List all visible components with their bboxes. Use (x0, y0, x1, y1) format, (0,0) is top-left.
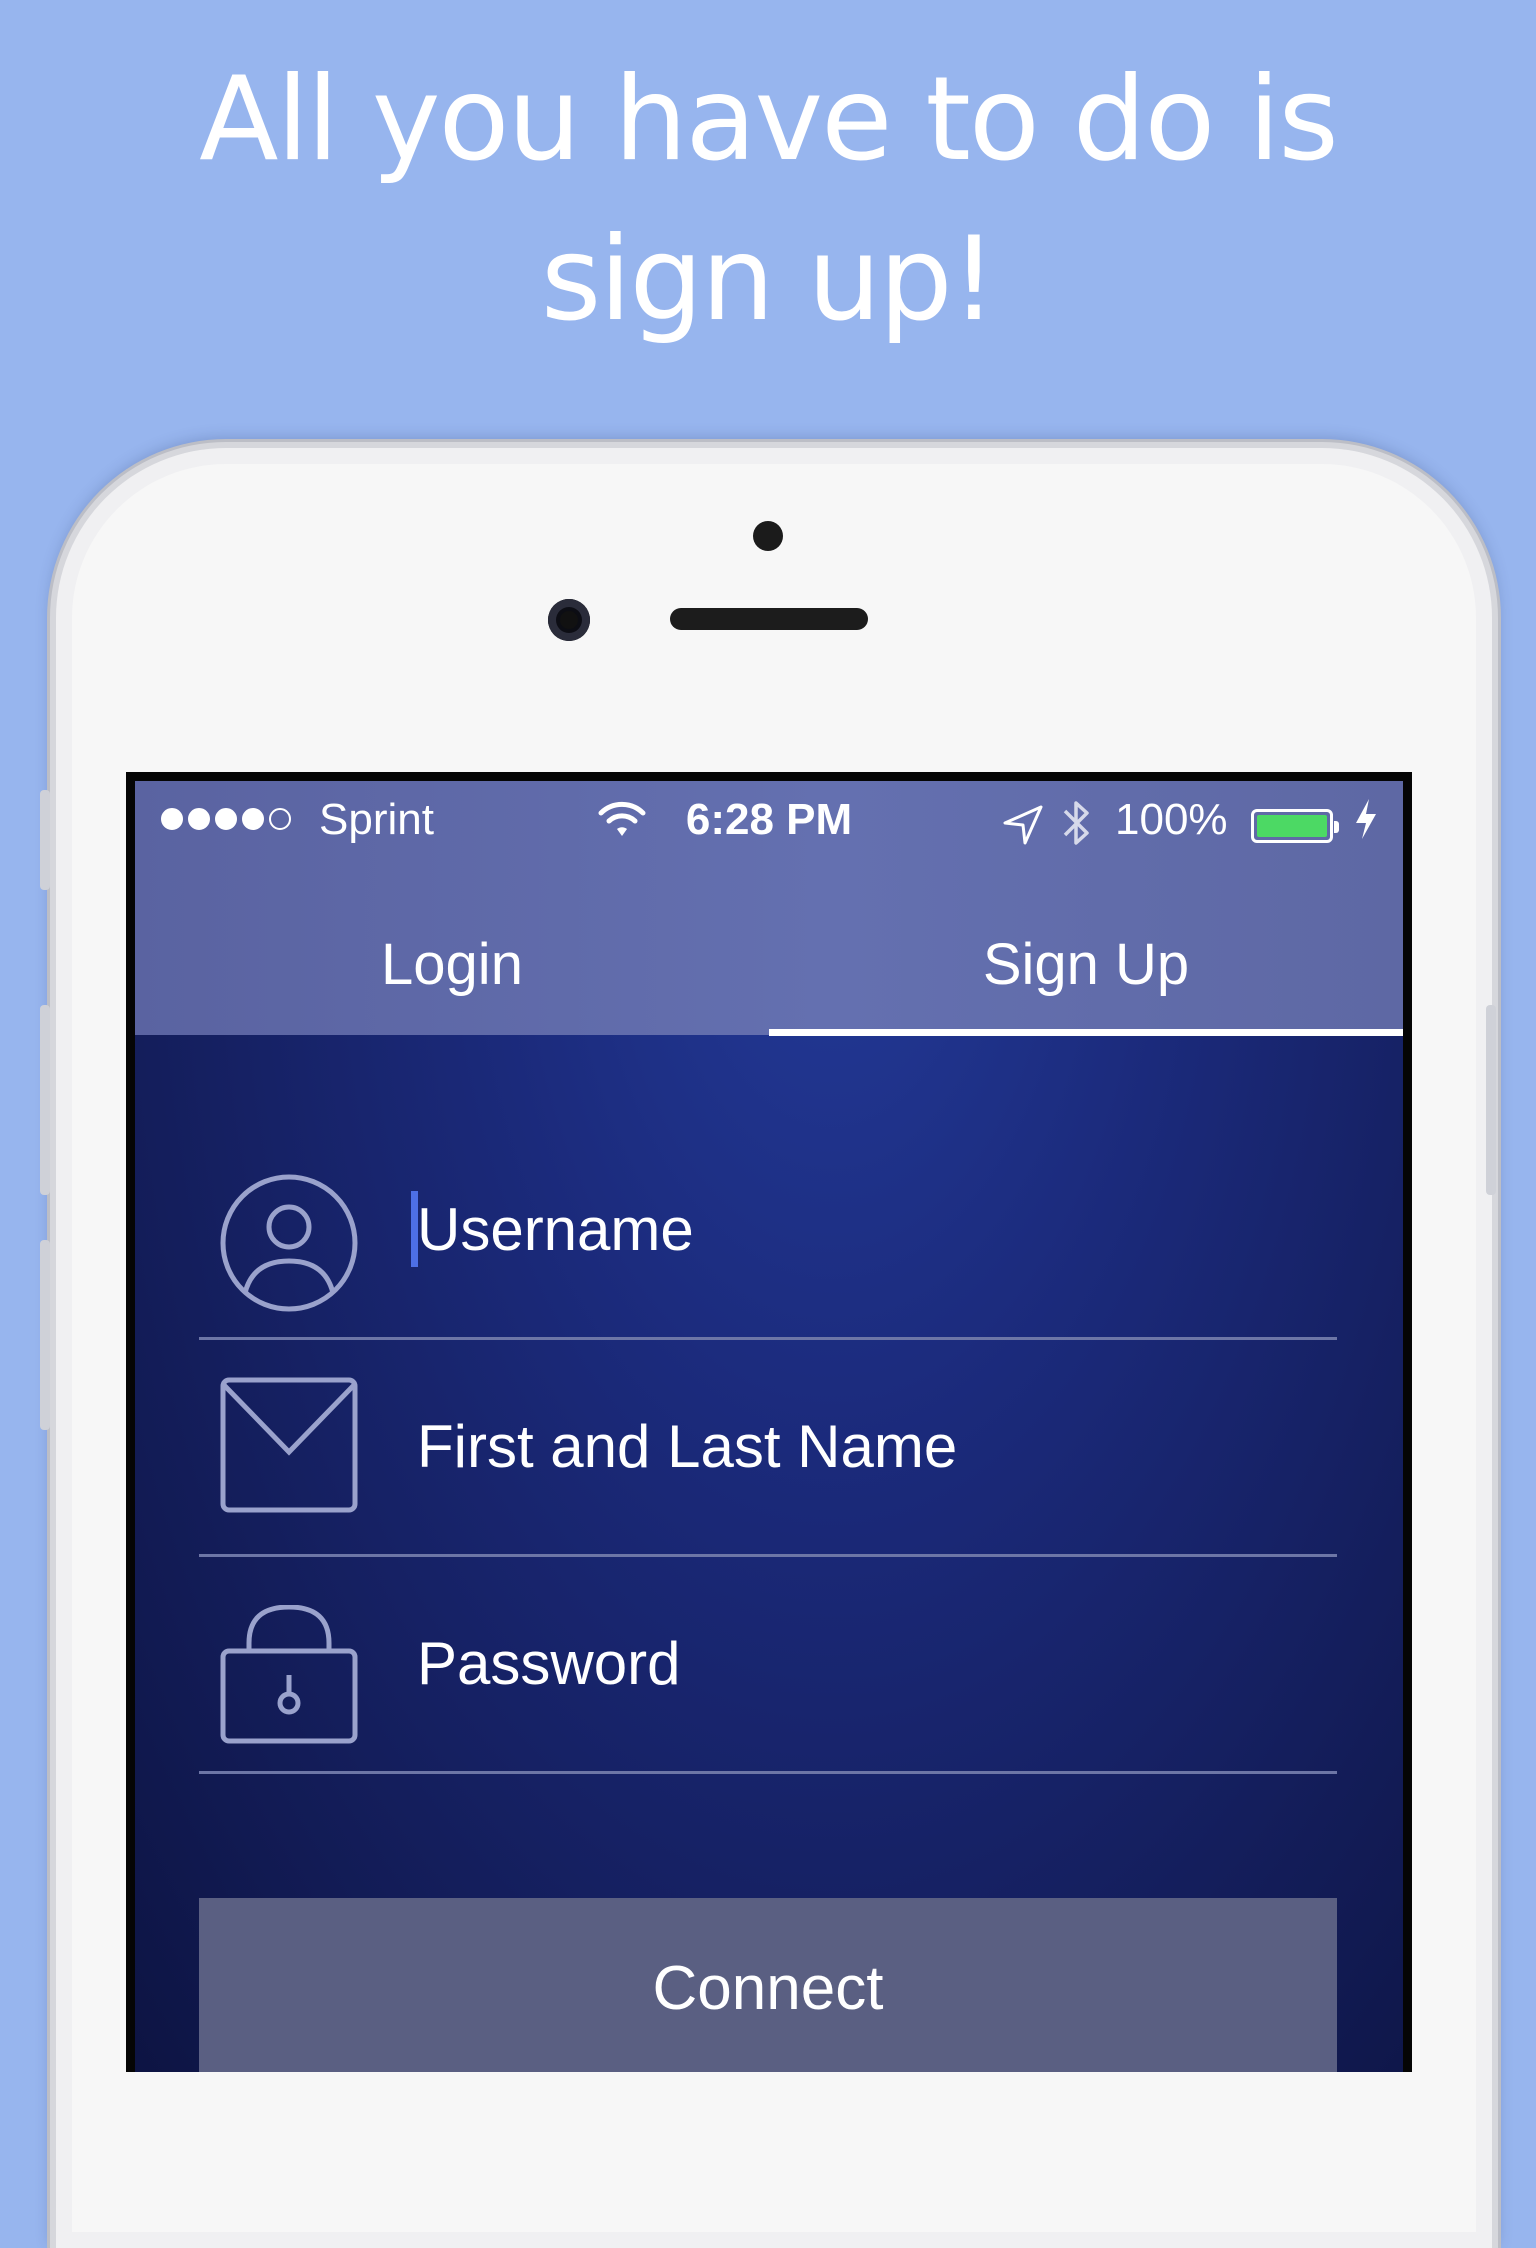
page-headline: All you have to do is sign up! (199, 52, 1339, 347)
mail-icon (220, 1377, 358, 1513)
proximity-sensor (753, 521, 783, 551)
username-field-row (199, 1121, 1337, 1340)
tab-login[interactable]: Login (135, 931, 769, 998)
name-field-row (199, 1338, 1337, 1557)
full-name-input[interactable] (417, 1401, 1297, 1491)
password-field-row (199, 1555, 1337, 1774)
active-tab-indicator (769, 1029, 1403, 1036)
charging-bolt-icon (1356, 799, 1376, 839)
lock-icon (220, 1605, 358, 1744)
battery-percentage: 100% (1115, 795, 1228, 844)
user-icon (220, 1174, 358, 1312)
earpiece-speaker (670, 608, 868, 630)
phone-side-button (40, 790, 50, 890)
tab-sign-up[interactable]: Sign Up (769, 931, 1403, 998)
phone-volume-up-button (40, 1005, 50, 1195)
bluetooth-icon (1063, 801, 1089, 845)
connect-button[interactable]: Connect (199, 1898, 1337, 2072)
battery-icon (1251, 809, 1339, 843)
phone-volume-down-button (40, 1240, 50, 1430)
phone-power-button (1486, 1005, 1496, 1195)
signup-screen: Sprint 6:28 PM 100% Login Sign Up Userna… (135, 781, 1403, 2072)
status-bar: Sprint 6:28 PM 100% (135, 781, 1403, 859)
location-arrow-icon (1003, 805, 1043, 845)
username-input[interactable] (417, 1184, 1297, 1274)
phone-screen: Sprint 6:28 PM 100% Login Sign Up Userna… (126, 772, 1412, 2072)
top-bar: Sprint 6:28 PM 100% Login Sign Up (135, 781, 1403, 1035)
password-input[interactable] (417, 1618, 1297, 1708)
front-camera (548, 599, 590, 641)
